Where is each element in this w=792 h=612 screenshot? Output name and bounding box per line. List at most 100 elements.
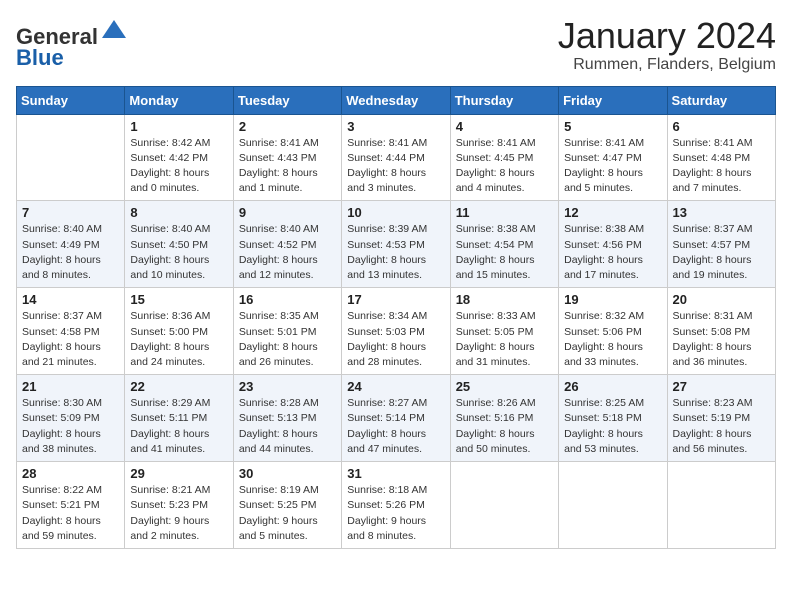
day-cell: 29 Sunrise: 8:21 AM Sunset: 5:23 PM Dayli… bbox=[125, 462, 233, 549]
day-number: 13 bbox=[673, 205, 770, 220]
day-cell: 17 Sunrise: 8:34 AM Sunset: 5:03 PM Dayli… bbox=[342, 288, 450, 375]
day-number: 15 bbox=[130, 292, 227, 307]
day-number: 18 bbox=[456, 292, 553, 307]
day-info: Sunrise: 8:34 AM Sunset: 5:03 PM Dayligh… bbox=[347, 309, 444, 370]
day-cell: 20Sunrise: 8:31 AM Sunset: 5:08 PM Dayli… bbox=[667, 288, 775, 375]
day-cell: 21 Sunrise: 8:30 AM Sunset: 5:09 PM Dayli… bbox=[17, 375, 125, 462]
logo-icon bbox=[100, 16, 128, 44]
day-cell: 6 Sunrise: 8:41 AM Sunset: 4:48 PM Daylig… bbox=[667, 114, 775, 201]
day-header-sunday: Sunday bbox=[17, 86, 125, 114]
day-info: Sunrise: 8:37 AM Sunset: 4:58 PM Dayligh… bbox=[22, 309, 119, 370]
day-number: 21 bbox=[22, 379, 119, 394]
day-info: Sunrise: 8:29 AM Sunset: 5:11 PM Dayligh… bbox=[130, 396, 227, 457]
day-cell: 26 Sunrise: 8:25 AM Sunset: 5:18 PM Dayli… bbox=[559, 375, 667, 462]
day-header-tuesday: Tuesday bbox=[233, 86, 341, 114]
day-cell: 4Sunrise: 8:41 AM Sunset: 4:45 PM Daylig… bbox=[450, 114, 558, 201]
day-number: 27 bbox=[673, 379, 770, 394]
day-number: 14 bbox=[22, 292, 119, 307]
day-cell: 25 Sunrise: 8:26 AM Sunset: 5:16 PM Dayli… bbox=[450, 375, 558, 462]
logo-blue-text: Blue bbox=[16, 45, 64, 71]
day-cell: 13 Sunrise: 8:37 AM Sunset: 4:57 PM Dayli… bbox=[667, 201, 775, 288]
day-cell: 3Sunrise: 8:41 AM Sunset: 4:44 PM Daylig… bbox=[342, 114, 450, 201]
day-cell: 31 Sunrise: 8:18 AM Sunset: 5:26 PM Dayli… bbox=[342, 462, 450, 549]
day-cell bbox=[667, 462, 775, 549]
day-info: Sunrise: 8:28 AM Sunset: 5:13 PM Dayligh… bbox=[239, 396, 336, 457]
day-cell: 14 Sunrise: 8:37 AM Sunset: 4:58 PM Dayli… bbox=[17, 288, 125, 375]
week-row-4: 21 Sunrise: 8:30 AM Sunset: 5:09 PM Dayli… bbox=[17, 375, 776, 462]
day-cell bbox=[450, 462, 558, 549]
day-number: 2 bbox=[239, 119, 336, 134]
day-cell: 2 Sunrise: 8:41 AM Sunset: 4:43 PM Daylig… bbox=[233, 114, 341, 201]
day-cell: 7Sunrise: 8:40 AM Sunset: 4:49 PM Daylig… bbox=[17, 201, 125, 288]
page-container: General Blue January 2024 Rummen, Flande… bbox=[0, 0, 792, 557]
day-info: Sunrise: 8:38 AM Sunset: 4:54 PM Dayligh… bbox=[456, 222, 553, 283]
day-number: 10 bbox=[347, 205, 444, 220]
day-info: Sunrise: 8:23 AM Sunset: 5:19 PM Dayligh… bbox=[673, 396, 770, 457]
day-number: 26 bbox=[564, 379, 661, 394]
day-info: Sunrise: 8:25 AM Sunset: 5:18 PM Dayligh… bbox=[564, 396, 661, 457]
day-info: Sunrise: 8:41 AM Sunset: 4:45 PM Dayligh… bbox=[456, 136, 553, 197]
day-cell: 11Sunrise: 8:38 AM Sunset: 4:54 PM Dayli… bbox=[450, 201, 558, 288]
day-cell: 22 Sunrise: 8:29 AM Sunset: 5:11 PM Dayli… bbox=[125, 375, 233, 462]
day-header-saturday: Saturday bbox=[667, 86, 775, 114]
day-number: 30 bbox=[239, 466, 336, 481]
day-info: Sunrise: 8:18 AM Sunset: 5:26 PM Dayligh… bbox=[347, 483, 444, 544]
day-info: Sunrise: 8:40 AM Sunset: 4:52 PM Dayligh… bbox=[239, 222, 336, 283]
day-number: 31 bbox=[347, 466, 444, 481]
day-cell bbox=[17, 114, 125, 201]
day-header-thursday: Thursday bbox=[450, 86, 558, 114]
day-info: Sunrise: 8:22 AM Sunset: 5:21 PM Dayligh… bbox=[22, 483, 119, 544]
day-info: Sunrise: 8:41 AM Sunset: 4:48 PM Dayligh… bbox=[673, 136, 770, 197]
day-number: 28 bbox=[22, 466, 119, 481]
day-cell: 8 Sunrise: 8:40 AM Sunset: 4:50 PM Daylig… bbox=[125, 201, 233, 288]
day-header-wednesday: Wednesday bbox=[342, 86, 450, 114]
day-info: Sunrise: 8:38 AM Sunset: 4:56 PM Dayligh… bbox=[564, 222, 661, 283]
day-number: 16 bbox=[239, 292, 336, 307]
header: General Blue January 2024 Rummen, Flande… bbox=[16, 16, 776, 74]
day-info: Sunrise: 8:35 AM Sunset: 5:01 PM Dayligh… bbox=[239, 309, 336, 370]
day-info: Sunrise: 8:19 AM Sunset: 5:25 PM Dayligh… bbox=[239, 483, 336, 544]
day-info: Sunrise: 8:33 AM Sunset: 5:05 PM Dayligh… bbox=[456, 309, 553, 370]
day-cell: 16 Sunrise: 8:35 AM Sunset: 5:01 PM Dayli… bbox=[233, 288, 341, 375]
day-info: Sunrise: 8:42 AM Sunset: 4:42 PM Dayligh… bbox=[130, 136, 227, 197]
day-cell: 24 Sunrise: 8:27 AM Sunset: 5:14 PM Dayli… bbox=[342, 375, 450, 462]
day-number: 24 bbox=[347, 379, 444, 394]
day-info: Sunrise: 8:32 AM Sunset: 5:06 PM Dayligh… bbox=[564, 309, 661, 370]
day-number: 23 bbox=[239, 379, 336, 394]
day-cell: 1Sunrise: 8:42 AM Sunset: 4:42 PM Daylig… bbox=[125, 114, 233, 201]
day-number: 22 bbox=[130, 379, 227, 394]
header-row: SundayMondayTuesdayWednesdayThursdayFrid… bbox=[17, 86, 776, 114]
day-cell: 28 Sunrise: 8:22 AM Sunset: 5:21 PM Dayli… bbox=[17, 462, 125, 549]
day-info: Sunrise: 8:27 AM Sunset: 5:14 PM Dayligh… bbox=[347, 396, 444, 457]
week-row-1: 1Sunrise: 8:42 AM Sunset: 4:42 PM Daylig… bbox=[17, 114, 776, 201]
location: Rummen, Flanders, Belgium bbox=[558, 56, 776, 74]
day-number: 5 bbox=[564, 119, 661, 134]
day-info: Sunrise: 8:26 AM Sunset: 5:16 PM Dayligh… bbox=[456, 396, 553, 457]
day-number: 19 bbox=[564, 292, 661, 307]
day-number: 6 bbox=[673, 119, 770, 134]
day-cell: 23 Sunrise: 8:28 AM Sunset: 5:13 PM Dayli… bbox=[233, 375, 341, 462]
day-info: Sunrise: 8:30 AM Sunset: 5:09 PM Dayligh… bbox=[22, 396, 119, 457]
day-info: Sunrise: 8:40 AM Sunset: 4:50 PM Dayligh… bbox=[130, 222, 227, 283]
day-cell: 9 Sunrise: 8:40 AM Sunset: 4:52 PM Daylig… bbox=[233, 201, 341, 288]
day-info: Sunrise: 8:21 AM Sunset: 5:23 PM Dayligh… bbox=[130, 483, 227, 544]
day-number: 12 bbox=[564, 205, 661, 220]
day-number: 17 bbox=[347, 292, 444, 307]
day-number: 8 bbox=[130, 205, 227, 220]
day-info: Sunrise: 8:31 AM Sunset: 5:08 PM Dayligh… bbox=[673, 309, 770, 370]
day-cell bbox=[559, 462, 667, 549]
day-number: 25 bbox=[456, 379, 553, 394]
day-number: 29 bbox=[130, 466, 227, 481]
day-cell: 30 Sunrise: 8:19 AM Sunset: 5:25 PM Dayli… bbox=[233, 462, 341, 549]
day-number: 9 bbox=[239, 205, 336, 220]
day-info: Sunrise: 8:40 AM Sunset: 4:49 PM Dayligh… bbox=[22, 222, 119, 283]
day-cell: 5Sunrise: 8:41 AM Sunset: 4:47 PM Daylig… bbox=[559, 114, 667, 201]
day-cell: 15Sunrise: 8:36 AM Sunset: 5:00 PM Dayli… bbox=[125, 288, 233, 375]
day-info: Sunrise: 8:37 AM Sunset: 4:57 PM Dayligh… bbox=[673, 222, 770, 283]
week-row-3: 14 Sunrise: 8:37 AM Sunset: 4:58 PM Dayli… bbox=[17, 288, 776, 375]
logo: General Blue bbox=[16, 16, 128, 71]
day-info: Sunrise: 8:41 AM Sunset: 4:44 PM Dayligh… bbox=[347, 136, 444, 197]
day-info: Sunrise: 8:41 AM Sunset: 4:43 PM Dayligh… bbox=[239, 136, 336, 197]
day-header-friday: Friday bbox=[559, 86, 667, 114]
week-row-2: 7Sunrise: 8:40 AM Sunset: 4:49 PM Daylig… bbox=[17, 201, 776, 288]
